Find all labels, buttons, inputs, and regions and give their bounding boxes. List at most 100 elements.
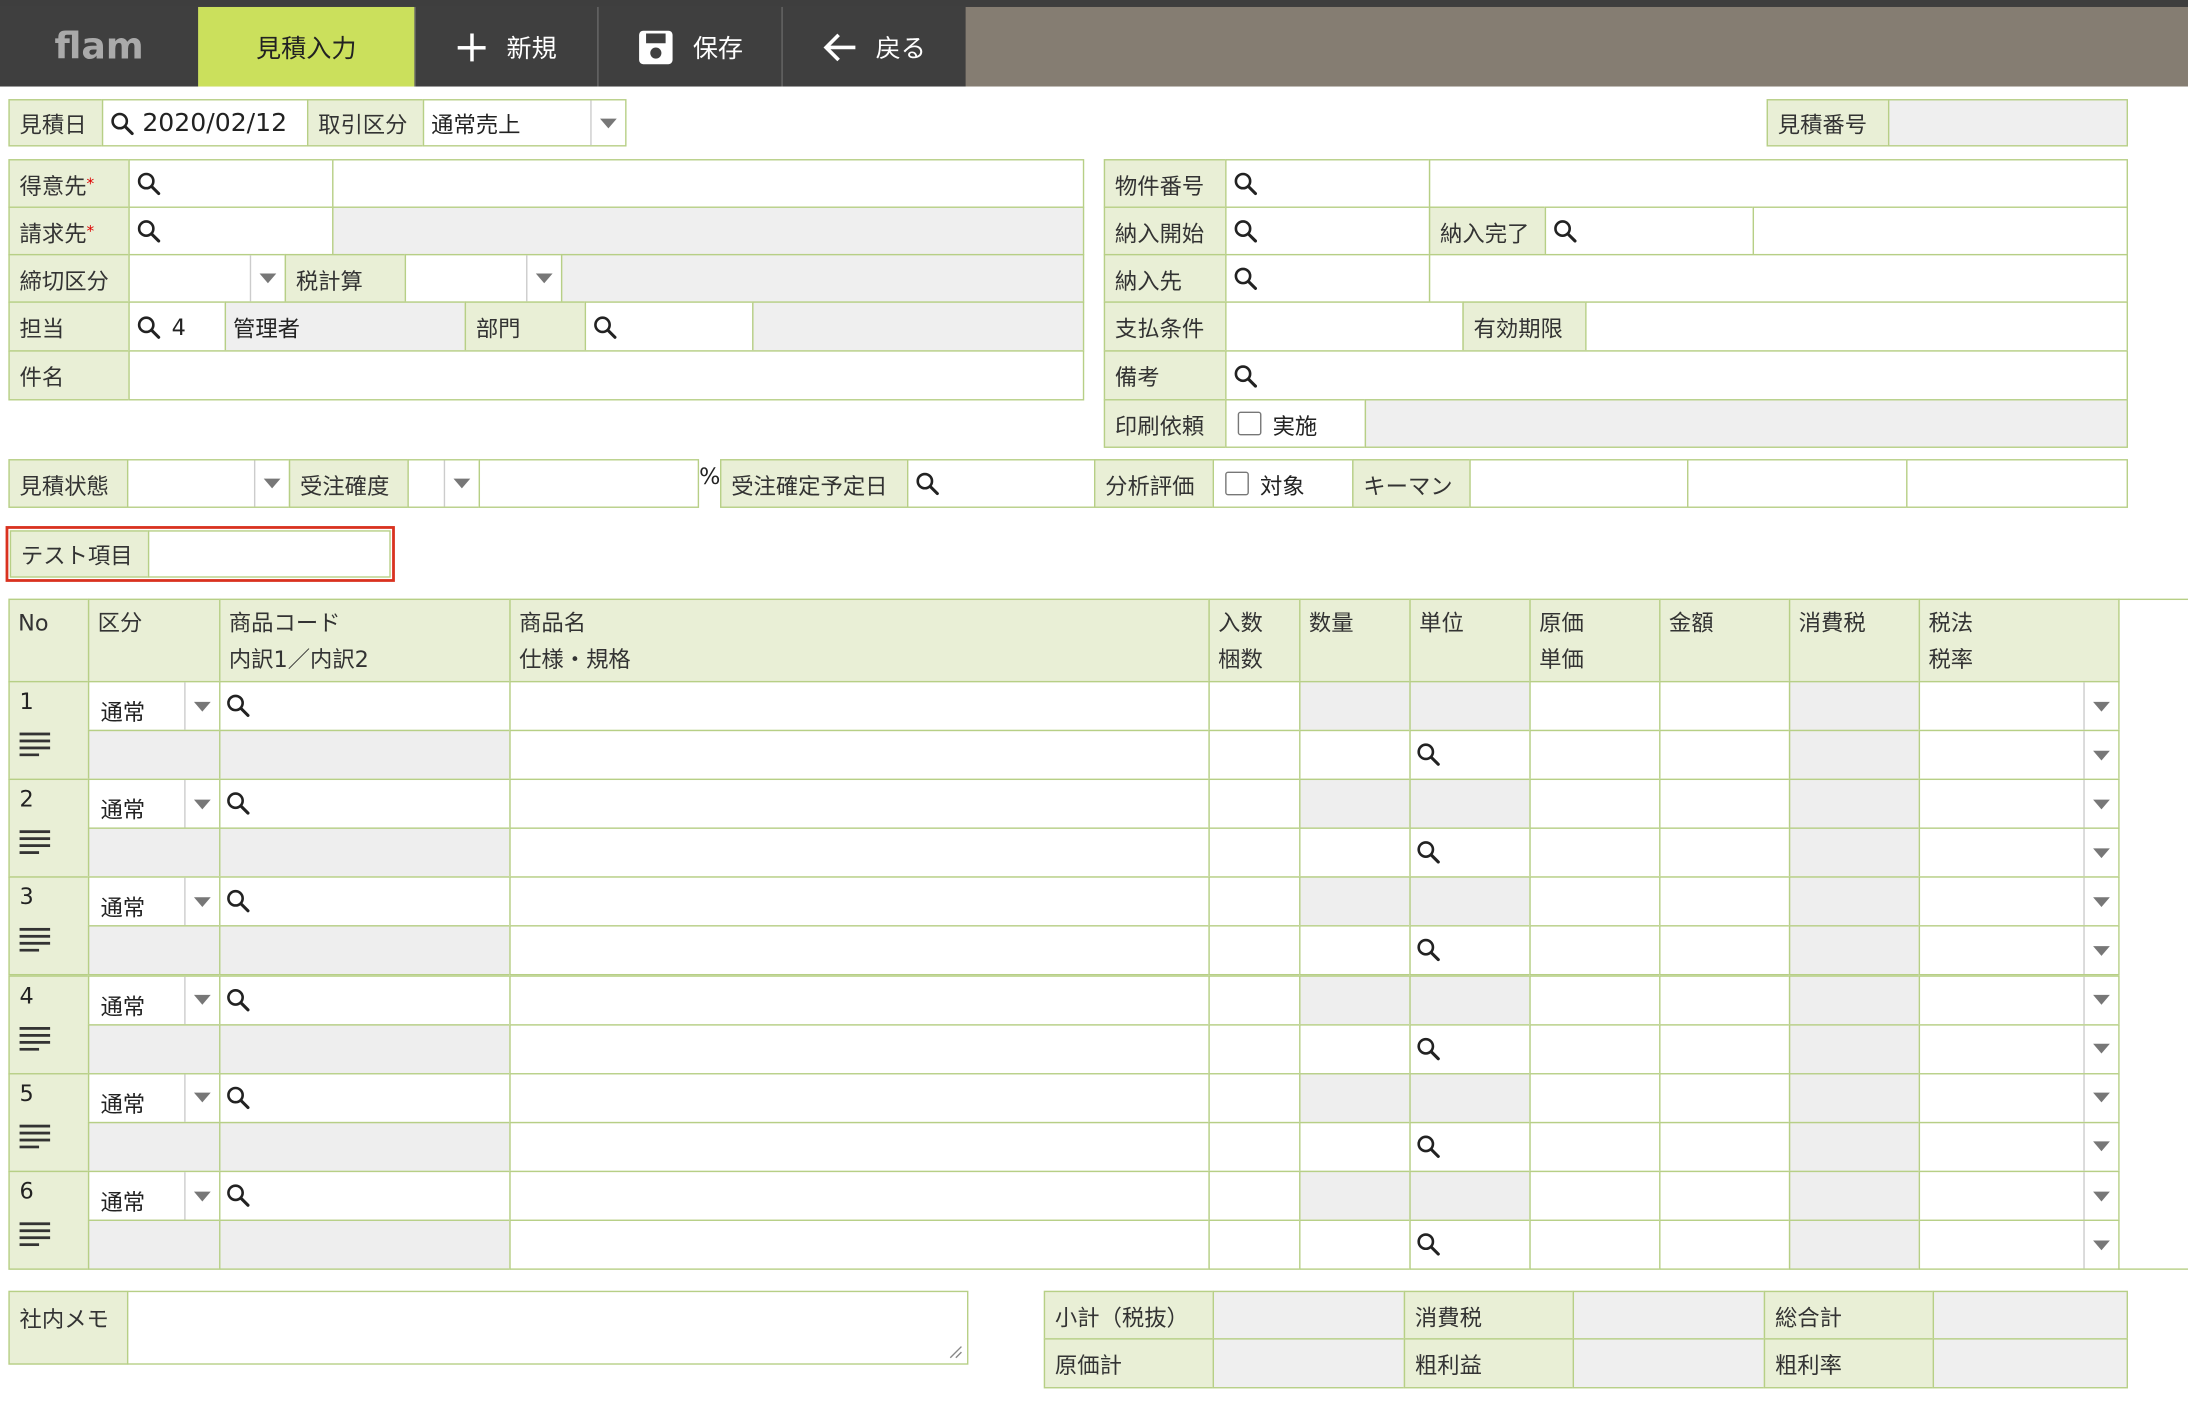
product-code-input[interactable] [219,974,511,1026]
search-icon[interactable] [226,889,250,913]
customer-name-field[interactable] [332,159,1085,208]
search-icon[interactable] [226,1183,250,1207]
row-cell-lower[interactable] [1659,827,1791,878]
menu-lines-icon[interactable] [20,731,51,756]
customer-code-input[interactable] [128,159,334,208]
save-button[interactable]: 保存 [597,6,782,87]
tax-rate-select[interactable] [1918,1219,2120,1270]
search-icon[interactable] [137,219,161,243]
row-cell-lower[interactable] [509,1219,1210,1270]
row-cell-upper[interactable] [1659,1170,1791,1221]
chevron-down-icon[interactable] [2083,976,2118,1024]
unit-input[interactable] [1409,827,1531,878]
row-cell-lower[interactable] [1529,925,1661,976]
tax-law-select[interactable] [1918,778,2120,830]
new-button[interactable]: 新規 [414,6,598,87]
menu-lines-icon[interactable] [20,1221,51,1246]
test-item-input[interactable] [147,530,391,578]
search-icon[interactable] [1416,840,1440,864]
row-cell-upper[interactable] [1208,876,1301,928]
analysis-checkbox[interactable]: 対象 [1212,459,1354,508]
unit-input[interactable] [1409,925,1531,976]
row-cell-upper[interactable] [1659,876,1791,928]
checkbox-icon[interactable] [1237,411,1262,436]
row-cell-upper[interactable] [1208,1072,1301,1124]
row-cell-lower[interactable] [1208,925,1301,976]
chevron-down-icon[interactable] [443,460,479,507]
row-cell-lower[interactable] [1529,1023,1661,1074]
unit-input[interactable] [1409,1121,1531,1172]
chevron-down-icon[interactable] [2083,1123,2118,1171]
trade-type-select[interactable]: 通常売上 [422,99,627,147]
billing-code-input[interactable] [128,206,334,256]
menu-lines-icon[interactable] [20,1025,51,1050]
delivery-to-input[interactable] [1225,253,1431,303]
print-checkbox[interactable]: 実施 [1225,399,1367,448]
row-cell-upper[interactable] [1659,778,1791,830]
row-cell-lower[interactable] [1299,729,1411,781]
kubun-select[interactable]: 通常 [87,1072,221,1124]
row-cell-upper[interactable] [1659,1072,1791,1124]
row-cell-lower[interactable] [1659,925,1791,976]
resize-handle-icon[interactable] [949,1345,963,1359]
row-cell-upper[interactable] [509,778,1210,830]
row-cell-upper[interactable] [1529,974,1661,1026]
row-cell-lower[interactable] [1659,1023,1791,1074]
row-cell-upper[interactable] [509,1170,1210,1221]
dept-code-input[interactable] [584,301,754,352]
tax-rate-select[interactable] [1918,1121,2120,1172]
search-icon[interactable] [1553,219,1577,243]
row-cell-lower[interactable] [1208,729,1301,781]
row-cell-lower[interactable] [1299,827,1411,878]
kubun-select[interactable]: 通常 [87,974,221,1026]
unit-input[interactable] [1409,1219,1531,1270]
row-cell-lower[interactable] [1299,925,1411,976]
search-icon[interactable] [1416,1232,1440,1256]
kubun-select[interactable]: 通常 [87,876,221,928]
search-icon[interactable] [1234,219,1258,243]
product-code-input[interactable] [219,778,511,830]
state-select[interactable] [126,459,291,508]
row-cell-upper[interactable] [509,680,1210,732]
kubun-select[interactable]: 通常 [87,778,221,830]
menu-lines-icon[interactable] [20,927,51,952]
chevron-down-icon[interactable] [2083,1220,2118,1269]
row-cell-lower[interactable] [509,827,1210,878]
tax-rate-select[interactable] [1918,827,2120,878]
order-date-input[interactable] [907,459,1096,508]
row-cell-lower[interactable] [1208,827,1301,878]
chevron-down-icon[interactable] [2083,731,2118,779]
row-cell-upper[interactable] [509,876,1210,928]
chevron-down-icon[interactable] [2083,682,2118,730]
unit-input[interactable] [1409,1023,1531,1074]
chevron-down-icon[interactable] [184,682,219,730]
row-cell-lower[interactable] [509,1121,1210,1172]
unit-input[interactable] [1409,729,1531,781]
row-cell-upper[interactable] [1529,778,1661,830]
delivery-end-input[interactable] [1544,206,1755,256]
search-icon[interactable] [1234,172,1258,196]
chevron-down-icon[interactable] [590,100,625,146]
keyman-input-1[interactable] [1469,459,1689,508]
row-cell-lower[interactable] [1529,827,1661,878]
row-cell-lower[interactable] [1299,1219,1411,1270]
row-cell-upper[interactable] [1208,1170,1301,1221]
tax-law-select[interactable] [1918,1072,2120,1124]
delivery-to-name[interactable] [1428,253,2128,303]
row-cell-lower[interactable] [1299,1023,1411,1074]
search-icon[interactable] [593,315,617,339]
search-icon[interactable] [915,472,939,496]
keyman-input-2[interactable] [1687,459,1908,508]
chevron-down-icon[interactable] [253,460,289,507]
row-cell-upper[interactable] [509,974,1210,1026]
prob-select[interactable] [407,459,481,508]
chevron-down-icon[interactable] [2083,829,2118,877]
row-cell-upper[interactable] [1208,680,1301,732]
row-cell-upper[interactable] [1659,680,1791,732]
search-icon[interactable] [137,315,161,339]
row-cell-lower[interactable] [1659,729,1791,781]
search-icon[interactable] [137,172,161,196]
subject-input[interactable] [128,350,1085,401]
estimate-date-field[interactable]: 2020/02/12 [101,99,309,147]
remarks-input[interactable] [1225,350,2128,401]
